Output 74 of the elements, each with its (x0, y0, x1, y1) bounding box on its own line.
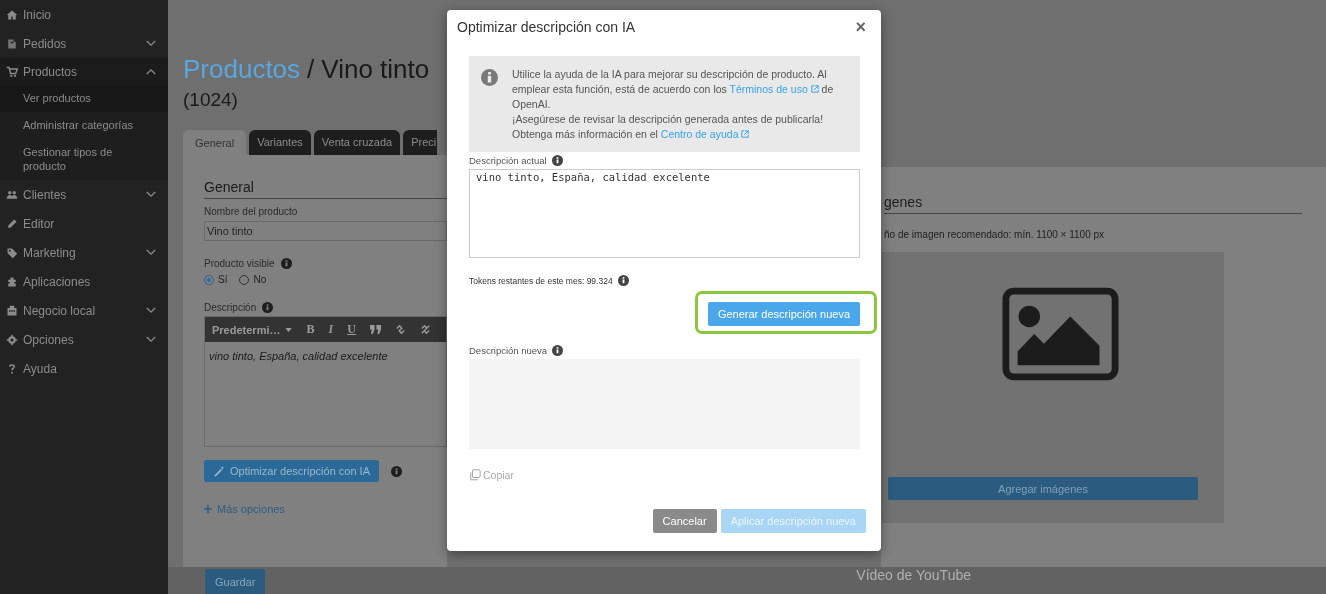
radio-label: Sí (218, 274, 228, 285)
save-button[interactable]: Guardar (205, 569, 266, 594)
puzzle-icon (6, 275, 18, 288)
product-name-field[interactable]: Vino tinto (204, 221, 447, 241)
dialog-title: Optimizar descripción con IA (457, 18, 636, 35)
clipboard-icon (6, 37, 18, 50)
sidebar-subitem[interactable]: Gestionar tipos de producto (0, 139, 168, 180)
magic-wand-icon (214, 465, 225, 477)
section-heading: genes (884, 194, 1302, 214)
sidebar-item[interactable]: Aplicaciones (0, 267, 168, 296)
info-icon (280, 258, 292, 269)
video-heading: Vídeo de YouTube (856, 567, 971, 583)
tag-icon (6, 246, 18, 259)
info-icon (481, 69, 498, 86)
info-icon (617, 275, 629, 286)
quote-icon[interactable] (369, 324, 381, 335)
sidebar-item[interactable]: Opciones (0, 325, 168, 354)
register-icon (6, 304, 18, 317)
info-text: Utilice la ayuda de la IA para mejorar su descripción de producto. Al emplear esta función, está de acuerdo con los Términos de uso de OpenAI. (512, 67, 835, 112)
breadcrumb-separator: / (307, 54, 315, 84)
ai-optimize-button[interactable]: Optimizar descripción con IA (204, 460, 379, 482)
sidebar-item[interactable]: Editor (0, 209, 168, 238)
info-icon (551, 155, 563, 166)
tokens-remaining: Tokens restantes de este mes: 99.324 (469, 275, 613, 286)
generate-button[interactable]: Generar descripción nueva (707, 302, 860, 326)
radio-label: No (253, 274, 267, 285)
field-label: Descripción actual (469, 155, 547, 166)
pencil-icon (6, 217, 18, 230)
sidebar-item[interactable]: Ayuda (0, 354, 168, 383)
settings-icon (6, 333, 18, 346)
field-label: Descripción (204, 302, 257, 313)
sidebar-item[interactable]: Negocio local (0, 296, 168, 325)
field-label: Nombre del producto (204, 206, 298, 217)
sidebar-item[interactable]: Inicio (0, 0, 168, 29)
add-images-button[interactable]: Agregar imágenes (888, 477, 1198, 500)
cart-icon (6, 65, 18, 78)
info-icon (391, 465, 402, 477)
product-id: (1024) (183, 89, 239, 111)
tab[interactable]: Variantes (249, 130, 311, 155)
info-text: ¡Asegúrese de revisar la descripción generada antes de publicarla! Obtenga más información en el Centro de ayuda (512, 112, 825, 142)
tab[interactable]: Venta cruzada (313, 130, 401, 155)
users-icon (6, 188, 18, 201)
sidebar-item[interactable]: Pedidos (0, 29, 168, 58)
caret-icon (285, 327, 293, 332)
image-placeholder-icon (1002, 287, 1119, 381)
tab[interactable]: Preci (403, 130, 438, 155)
sidebar-subitem[interactable]: Ver productos (0, 85, 168, 112)
product-title: Vino tinto (321, 54, 430, 84)
external-link-icon (810, 85, 819, 93)
cancel-button[interactable]: Cancelar (652, 509, 717, 533)
copy-icon (469, 469, 481, 481)
field-label: Descripción nueva (469, 345, 548, 356)
format-button[interactable]: I (328, 322, 334, 337)
sidebar-item[interactable]: Productos (0, 58, 168, 85)
format-button[interactable]: U (347, 322, 356, 337)
image-size-hint: ño de imagen recomendado: mín. 1100 × 1100 px (884, 229, 1106, 240)
help-icon (6, 362, 18, 375)
plus-icon (204, 505, 212, 513)
radio-button[interactable] (204, 274, 214, 285)
sidebar-item[interactable]: Marketing (0, 238, 168, 267)
sidebar-subitem[interactable]: Administrar categorías (0, 112, 168, 139)
format-button[interactable]: B (306, 322, 315, 337)
external-link-icon (741, 130, 750, 138)
format-dropdown[interactable]: Predetermi… (212, 323, 293, 336)
home-icon (6, 8, 18, 21)
field-label: Producto visible (204, 258, 275, 269)
section-heading: General (204, 179, 447, 199)
sidebar-item[interactable]: Clientes (0, 180, 168, 209)
info-icon (262, 302, 274, 313)
tab[interactable]: General (183, 130, 247, 155)
current-description-field[interactable]: vino tinto, España, calidad excelente (469, 169, 860, 258)
info-icon (552, 345, 564, 356)
close-button[interactable]: × (855, 17, 866, 36)
editor-text[interactable]: vino tinto, España, calidad excelente (205, 342, 446, 370)
